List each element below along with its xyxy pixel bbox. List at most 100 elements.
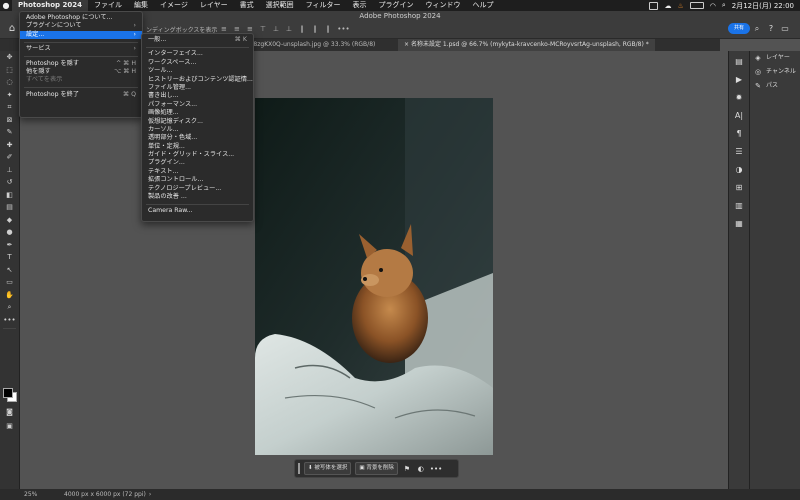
doc-size[interactable]: 4000 px x 6000 px (72 ppi) <box>64 491 146 498</box>
settings-scratch-disks[interactable]: 仮想記憶ディスク... <box>142 118 253 126</box>
panel-layers[interactable]: ◈ レイヤー <box>750 51 800 65</box>
healing-brush-icon[interactable]: ✚ <box>0 139 19 152</box>
remove-background-button[interactable]: ▣ 背景を削除 <box>355 462 398 475</box>
actions-icon[interactable]: ▶ <box>729 73 749 87</box>
screen-mode-icon[interactable]: ▣ <box>0 420 19 433</box>
panel-paths[interactable]: ✎ パス <box>750 79 800 93</box>
settings-image-processing[interactable]: 画像処理... <box>142 109 253 117</box>
chevron-right-icon[interactable]: › <box>149 491 151 498</box>
quick-mask-icon[interactable]: ◙ <box>0 406 19 419</box>
settings-performance[interactable]: パフォーマンス... <box>142 101 253 109</box>
properties-icon[interactable]: ☰ <box>729 145 749 159</box>
settings-tools[interactable]: ツール... <box>142 67 253 75</box>
panel-channels[interactable]: ◎ チャンネル <box>750 65 800 79</box>
magic-wand-icon[interactable]: ✦ <box>0 89 19 102</box>
menu-file[interactable]: ファイル <box>88 0 128 11</box>
tab-untitled-psd[interactable]: × 名称未設定 1.psd @ 66.7% (mykyta-kravcenko-… <box>398 39 655 51</box>
workspace-icon[interactable]: ▭ <box>780 24 790 34</box>
settings-plugins[interactable]: プラグイン... <box>142 159 253 167</box>
foreground-color-swatch[interactable] <box>3 388 13 398</box>
clock[interactable]: 2月12日(月) 22:00 <box>732 1 794 11</box>
hand-tool-icon[interactable]: ✋ <box>0 289 19 302</box>
eraser-icon[interactable]: ◧ <box>0 189 19 202</box>
type-tool-icon[interactable]: T <box>0 251 19 264</box>
zoom-tool-icon[interactable]: ⌕ <box>0 301 19 314</box>
menu-plugins[interactable]: プラグイン <box>373 0 420 11</box>
settings-camera-raw[interactable]: Camera Raw... <box>142 207 253 215</box>
menu-layer[interactable]: レイヤー <box>194 0 234 11</box>
pen-tool-icon[interactable]: ✒ <box>0 239 19 252</box>
settings-technology-previews[interactable]: テクノロジープレビュー... <box>142 185 253 193</box>
color-icon[interactable]: ◑ <box>729 163 749 177</box>
paragraph-icon[interactable]: ¶ <box>729 127 749 141</box>
adjust-icon[interactable]: ◐ <box>416 465 426 473</box>
settings-type[interactable]: テキスト... <box>142 168 253 176</box>
menu-app-photoshop[interactable]: Photoshop 2024 <box>12 0 88 11</box>
menu-window[interactable]: ウィンドウ <box>420 0 467 11</box>
menu-edit[interactable]: 編集 <box>128 0 154 11</box>
close-icon[interactable]: × <box>404 41 409 48</box>
drag-handle[interactable] <box>298 463 300 474</box>
libraries-icon[interactable]: ▥ <box>729 199 749 213</box>
menu-services[interactable]: サービス › <box>20 45 142 53</box>
align-top-icon[interactable]: ⊤ <box>258 25 267 34</box>
menu-about-plugins[interactable]: プラグインについて › <box>20 22 142 30</box>
settings-units-rulers[interactable]: 単位・定規... <box>142 143 253 151</box>
select-subject-button[interactable]: ⬇ 被写体を選択 <box>304 462 352 475</box>
settings-interface[interactable]: インターフェイス... <box>142 50 253 58</box>
history-brush-icon[interactable]: ↺ <box>0 176 19 189</box>
history-icon[interactable]: ▤ <box>729 55 749 69</box>
settings-transparency[interactable]: 透明部分・色域... <box>142 134 253 142</box>
eyedropper-icon[interactable]: ✎ <box>0 126 19 139</box>
swatches-icon[interactable]: ⊞ <box>729 181 749 195</box>
distribute-h-icon[interactable]: ‖ <box>323 25 332 34</box>
more-icon[interactable]: ••• <box>430 465 442 473</box>
dodge-icon[interactable]: ● <box>0 226 19 239</box>
menu-settings[interactable]: 設定... › <box>20 30 142 40</box>
search-icon-app[interactable]: ⌕ <box>752 24 762 34</box>
battery-icon[interactable] <box>689 2 704 9</box>
adjustments-icon[interactable]: ✹ <box>729 91 749 105</box>
settings-enhanced-controls[interactable]: 拡張コントロール... <box>142 176 253 184</box>
stamp-tool-icon[interactable]: ⊥ <box>0 164 19 177</box>
brush-tool-icon[interactable]: ✐ <box>0 151 19 164</box>
wifi-icon[interactable]: ◠ <box>710 2 716 10</box>
blur-icon[interactable]: ◆ <box>0 214 19 227</box>
cloud-icon[interactable]: ☁ <box>664 2 671 10</box>
patterns-icon[interactable]: ▦ <box>729 217 749 231</box>
menu-image[interactable]: イメージ <box>154 0 194 11</box>
document-canvas[interactable] <box>255 98 493 455</box>
rectangle-tool-icon[interactable]: ▭ <box>0 276 19 289</box>
align-bottom-icon[interactable]: ⊥ <box>284 25 293 34</box>
apple-icon[interactable]: ● <box>0 1 12 10</box>
lasso-tool-icon[interactable]: ◌ <box>0 76 19 89</box>
menu-quit-photoshop[interactable]: Photoshop を終了 ⌘ Q <box>20 91 142 99</box>
crop-tool-icon[interactable]: ⌗ <box>0 101 19 114</box>
frame-tool-icon[interactable]: ⊠ <box>0 114 19 127</box>
menu-type[interactable]: 書式 <box>234 0 260 11</box>
zoom-level[interactable]: 25% <box>0 491 64 498</box>
character-icon[interactable]: A| <box>729 109 749 123</box>
share-button[interactable]: 共有 <box>728 23 750 34</box>
marquee-tool-icon[interactable]: ⬚ <box>0 64 19 77</box>
search-icon[interactable]: ⌕ <box>722 1 726 10</box>
distribute-icon[interactable]: ‖ <box>297 25 306 34</box>
path-select-icon[interactable]: ↖ <box>0 264 19 277</box>
settings-general[interactable]: 一般... ⌘ K <box>142 36 253 44</box>
menu-hide-photoshop[interactable]: Photoshop を隠す ^ ⌘ H <box>20 60 142 68</box>
home-icon[interactable]: ⌂ <box>5 22 19 36</box>
menu-help[interactable]: ヘルプ <box>467 0 500 11</box>
menu-select[interactable]: 選択範囲 <box>260 0 300 11</box>
settings-product-improvement[interactable]: 製品の改善 ... <box>142 193 253 201</box>
camera-icon[interactable] <box>649 1 659 10</box>
menu-filter[interactable]: フィルター <box>300 0 347 11</box>
more-options-icon[interactable]: ••• <box>336 25 350 34</box>
flag-icon[interactable]: ⚑ <box>402 465 412 473</box>
distribute-v-icon[interactable]: ‖ <box>310 25 319 34</box>
more-tools-icon[interactable]: ••• <box>0 314 19 327</box>
settings-workspace[interactable]: ワークスペース... <box>142 59 253 67</box>
menu-view[interactable]: 表示 <box>347 0 373 11</box>
gradient-icon[interactable]: ▤ <box>0 201 19 214</box>
align-middle-icon[interactable]: ⊥ <box>271 25 280 34</box>
flame-icon[interactable]: ♨ <box>677 2 683 10</box>
